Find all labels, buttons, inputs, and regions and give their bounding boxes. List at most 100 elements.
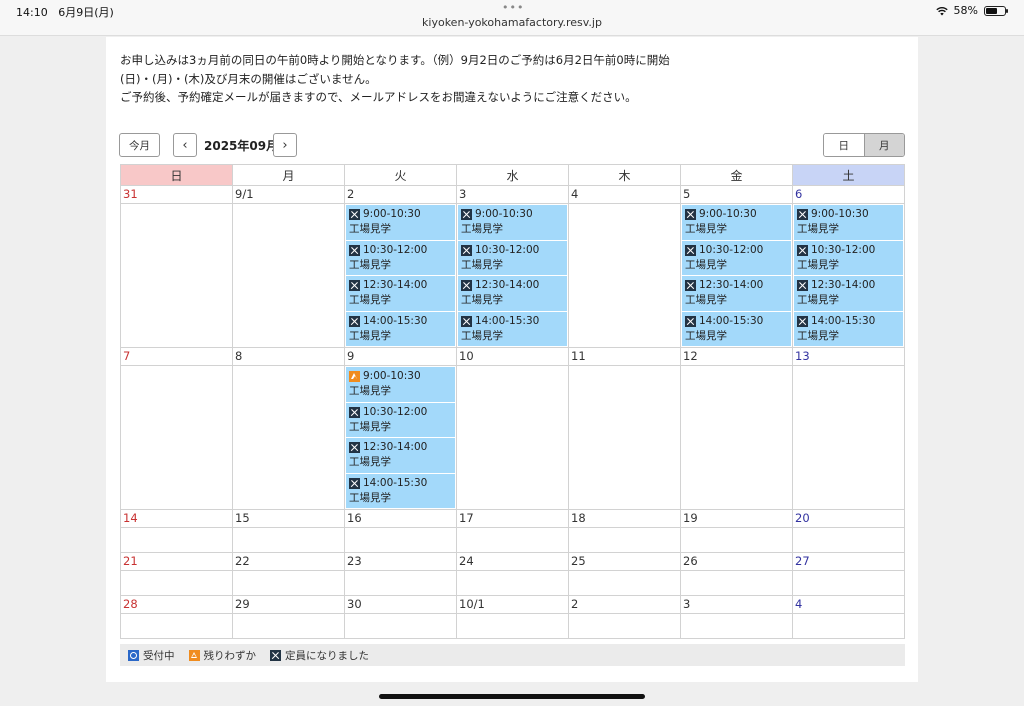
tour-slot[interactable]: 9:00-10:30 工場見学	[346, 205, 455, 240]
tour-slot[interactable]: 14:00-15:30 工場見学	[682, 311, 791, 346]
tour-slot[interactable]: 12:30-14:00 工場見学	[682, 276, 791, 311]
slot-time-row: 9:00-10:30	[797, 207, 903, 222]
notice-line-1: お申し込みは3ヵ月前の同日の午前0時より開始となります。（例）9月2日のご予約は…	[120, 53, 670, 67]
calendar-day-cell[interactable]: 10/1	[456, 595, 569, 639]
cross-icon	[797, 209, 808, 220]
current-month-label: 2025年09月	[204, 139, 279, 153]
calendar-day-cell[interactable]: 22	[232, 552, 345, 596]
day-number: 2	[345, 186, 456, 204]
calendar-day-cell[interactable]: 23	[344, 552, 457, 596]
calendar-day-cell[interactable]: 5 9:00-10:30 工場見学 10:30-12:00 工場見学 12:30-14:0…	[680, 185, 793, 348]
notice-line-2: (日)・(月)・(木)及び月末の開催はございません。	[120, 71, 377, 86]
calendar-day-cell[interactable]: 9/1	[232, 185, 345, 348]
slot-time: 10:30-12:00	[811, 243, 876, 256]
tour-slot[interactable]: 12:30-14:00 工場見学	[458, 276, 567, 311]
calendar-day-cell[interactable]: 8	[232, 347, 345, 510]
calendar-day-cell[interactable]: 27	[792, 552, 905, 596]
month-view-button[interactable]: 月	[863, 134, 904, 156]
prev-month-button[interactable]: ‹	[173, 133, 197, 157]
calendar-day-cell[interactable]: 4	[568, 185, 681, 348]
slot-title: 工場見学	[797, 258, 839, 271]
calendar-day-cell[interactable]: 7	[120, 347, 233, 510]
weekday-header: 水	[456, 164, 569, 186]
calendar-day-cell[interactable]: 2	[568, 595, 681, 639]
tour-slot[interactable]: 10:30-12:00 工場見学	[458, 240, 567, 275]
calendar-day-cell[interactable]: 24	[456, 552, 569, 596]
calendar-day-cell[interactable]: 13	[792, 347, 905, 510]
tour-slot[interactable]: 9:00-10:30 工場見学	[682, 205, 791, 240]
calendar-day-cell[interactable]: 10	[456, 347, 569, 510]
calendar-day-cell[interactable]: 18	[568, 509, 681, 553]
calendar-day-cell[interactable]: 28	[120, 595, 233, 639]
cross-icon	[797, 280, 808, 291]
this-month-button[interactable]: 今月	[119, 133, 160, 157]
cross-icon	[270, 649, 281, 661]
cross-icon	[349, 442, 360, 453]
day-number: 6	[793, 186, 904, 204]
wifi-icon	[935, 6, 948, 15]
slot-title: 工場見学	[349, 294, 391, 306]
slot-time-row: 9:00-10:30	[349, 369, 455, 384]
tour-slot[interactable]: 14:00-15:30 工場見学	[458, 311, 567, 346]
tour-slot[interactable]: 12:30-14:00 工場見学	[794, 276, 903, 311]
next-month-button[interactable]: ›	[273, 133, 297, 157]
slot-title: 工場見学	[797, 329, 839, 342]
tour-slot[interactable]: 14:00-15:30 工場見学	[346, 473, 455, 508]
calendar-day-cell[interactable]: 31	[120, 185, 233, 348]
calendar-day-cell[interactable]: 14	[120, 509, 233, 553]
slot-time: 9:00-10:30	[363, 370, 421, 382]
calendar-day-cell[interactable]: 30	[344, 595, 457, 639]
tour-slot[interactable]: 12:30-14:00 工場見学	[346, 276, 455, 311]
calendar-day-cell[interactable]: 2 9:00-10:30 工場見学 10:30-12:00 工場見学 12:30-14:0…	[344, 185, 457, 348]
calendar-day-cell[interactable]: 26	[680, 552, 793, 596]
slot-time: 14:00-15:30	[811, 314, 876, 327]
tour-slot[interactable]: 10:30-12:00 工場見学	[346, 402, 455, 437]
calendar-day-cell[interactable]: 12	[680, 347, 793, 510]
tour-slot[interactable]: 9:00-10:30 工場見学	[794, 205, 903, 240]
tour-slot[interactable]: 14:00-15:30 工場見学	[346, 311, 455, 346]
tour-slot[interactable]: 9:00-10:30 工場見学	[458, 205, 567, 240]
calendar-day-cell[interactable]: 9 9:00-10:30 工場見学 10:30-12:00 工場見学 12:30-14:0…	[344, 347, 457, 510]
calendar-day-cell[interactable]: 4	[792, 595, 905, 639]
day-number: 15	[233, 510, 344, 528]
calendar-day-cell[interactable]: 29	[232, 595, 345, 639]
legend-open-label: 受付中	[143, 649, 175, 662]
day-view-button[interactable]: 日	[824, 134, 864, 156]
booking-notice: お申し込みは3ヵ月前の同日の午前0時より開始となります。（例）9月2日のご予約は…	[120, 51, 910, 107]
calendar-day-cell[interactable]: 20	[792, 509, 905, 553]
calendar-day-cell[interactable]: 21	[120, 552, 233, 596]
tour-slot[interactable]: 10:30-12:00 工場見学	[682, 240, 791, 275]
day-number: 21	[121, 553, 232, 571]
calendar-day-cell[interactable]: 3 9:00-10:30 工場見学 10:30-12:00 工場見学 12:30-14:0…	[456, 185, 569, 348]
calendar-day-cell[interactable]: 11	[568, 347, 681, 510]
home-indicator[interactable]	[379, 694, 645, 699]
calendar-day-cell[interactable]: 19	[680, 509, 793, 553]
tour-slot[interactable]: 12:30-14:00 工場見学	[346, 438, 455, 473]
weekday-header-row: 日月火水木金土	[120, 164, 905, 186]
slot-time-row: 10:30-12:00	[349, 405, 455, 420]
tour-slot[interactable]: 10:30-12:00 工場見学	[794, 240, 903, 275]
slot-time: 12:30-14:00	[363, 279, 428, 291]
tour-slot[interactable]: 9:00-10:30 工場見学	[346, 367, 455, 402]
slot-title: 工場見学	[349, 223, 391, 235]
calendar-day-cell[interactable]: 17	[456, 509, 569, 553]
calendar-day-cell[interactable]: 25	[568, 552, 681, 596]
slot-time: 14:00-15:30	[475, 314, 540, 327]
day-number: 26	[681, 553, 792, 571]
address-url[interactable]: kiyoken-yokohamafactory.resv.jp	[0, 16, 1024, 29]
tour-slot[interactable]: 10:30-12:00 工場見学	[346, 240, 455, 275]
tour-slot[interactable]: 14:00-15:30 工場見学	[794, 311, 903, 346]
calendar-day-cell[interactable]: 3	[680, 595, 793, 639]
day-number: 14	[121, 510, 232, 528]
status-indicators: 58%	[935, 4, 1008, 17]
weekday-header: 土	[792, 164, 905, 186]
tab-options-dots[interactable]: •••	[502, 1, 524, 14]
slot-time: 14:00-15:30	[363, 476, 428, 489]
calendar-day-cell[interactable]: 15	[232, 509, 345, 553]
calendar-day-cell[interactable]: 6 9:00-10:30 工場見学 10:30-12:00 工場見学 12:30-14:0…	[792, 185, 905, 348]
slot-time-row: 9:00-10:30	[461, 207, 567, 222]
status-bar: 14:10 6月9日(月) ••• kiyoken-yokohamafactor…	[0, 0, 1024, 36]
slot-list: 9:00-10:30 工場見学 10:30-12:00 工場見学 12:30-14:00…	[345, 204, 456, 346]
slot-list: 9:00-10:30 工場見学 10:30-12:00 工場見学 12:30-14:00…	[457, 204, 568, 346]
calendar-day-cell[interactable]: 16	[344, 509, 457, 553]
